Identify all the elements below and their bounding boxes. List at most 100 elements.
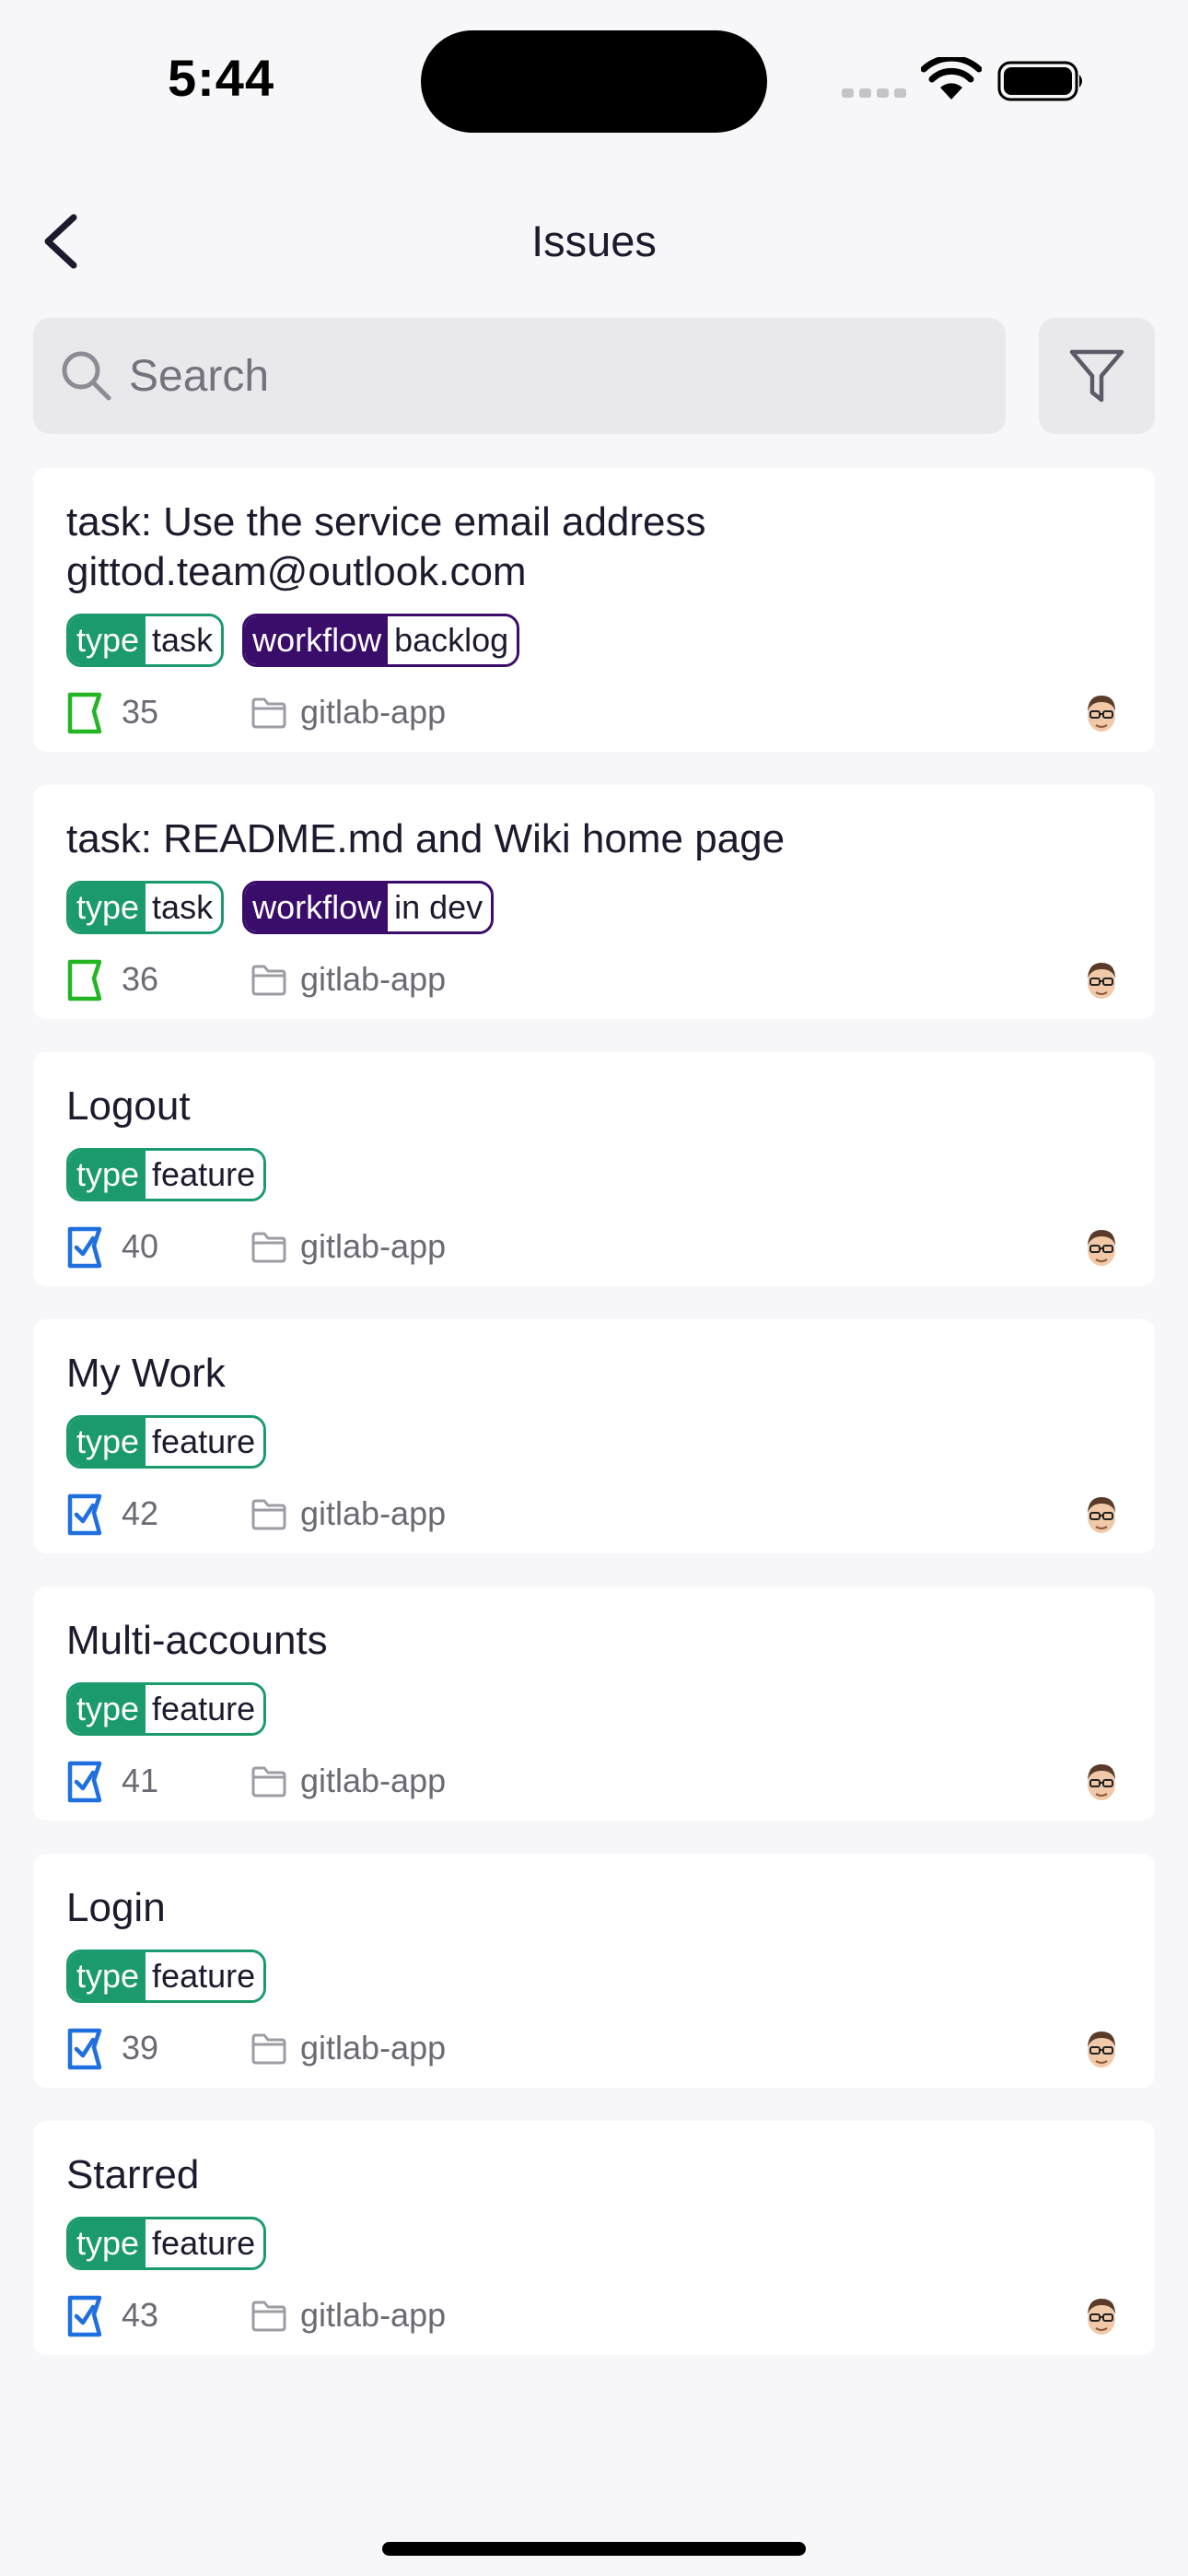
issue-labels: type feature	[66, 2217, 1122, 2270]
label-workflow[interactable]: workflow backlog	[242, 614, 520, 667]
label-value: task	[146, 616, 222, 664]
label-key: workflow	[245, 884, 389, 931]
label-value: task	[146, 884, 222, 931]
label-key: type	[69, 1418, 146, 1466]
issue-number: 35	[122, 693, 159, 731]
issue-labels: type task workflow in dev	[66, 881, 1122, 934]
issue-title: Login	[66, 1885, 166, 1930]
issue-title: task: README.md and Wiki home page	[66, 816, 786, 861]
issue-number: 41	[122, 1762, 159, 1799]
issue-labels: type feature	[66, 1415, 1122, 1469]
project-name: gitlab-app	[300, 1762, 447, 1799]
project-name: gitlab-app	[300, 693, 447, 731]
issue-title: Starred	[66, 2152, 200, 2197]
issue-title: My Work	[66, 1351, 226, 1396]
home-indicator[interactable]	[382, 2542, 806, 2556]
search-bar[interactable]	[33, 318, 1006, 434]
status-bar: 5:44	[0, 0, 1188, 157]
label-value: feature	[146, 1685, 264, 1733]
label-type[interactable]: type feature	[66, 1682, 267, 1736]
issue-number: 42	[122, 1494, 159, 1532]
issue-meta: 39 gitlab-app	[66, 2016, 1122, 2088]
dynamic-island	[421, 30, 767, 133]
battery-icon	[997, 61, 1082, 101]
status-time: 5:44	[168, 49, 275, 107]
label-key: workflow	[245, 616, 389, 664]
label-value: backlog	[388, 616, 518, 664]
label-type[interactable]: type feature	[66, 2217, 267, 2270]
avatar[interactable]	[1081, 691, 1122, 735]
folder-icon	[251, 2033, 286, 2065]
label-key: type	[69, 1685, 146, 1733]
search-input[interactable]	[129, 318, 985, 434]
label-value: feature	[146, 2219, 264, 2267]
label-workflow[interactable]: workflow in dev	[242, 881, 495, 934]
label-type[interactable]: type feature	[66, 1148, 267, 1201]
issue-title: Multi-accounts	[66, 1618, 328, 1663]
label-value: in dev	[388, 884, 492, 931]
issue-icon	[66, 1760, 109, 1804]
issue-card[interactable]: My Work type feature 42 gitlab-app	[33, 1319, 1155, 1553]
issue-card[interactable]: Starred type feature 43 gitlab-app	[33, 2121, 1155, 2355]
search-icon	[62, 351, 111, 401]
issue-card[interactable]: task: README.md and Wiki home page type t…	[33, 785, 1155, 1019]
issue-meta: 43 gitlab-app	[66, 2283, 1122, 2355]
label-value: feature	[146, 1952, 264, 2000]
issue-number: 43	[122, 2296, 159, 2334]
task-icon	[66, 958, 109, 1002]
issue-icon	[66, 2027, 109, 2071]
issue-card[interactable]: Logout type feature 40 gitlab-app	[33, 1052, 1155, 1286]
avatar[interactable]	[1081, 2294, 1122, 2338]
task-icon	[66, 691, 109, 735]
issue-meta: 42 gitlab-app	[66, 1481, 1122, 1553]
label-type[interactable]: type task	[66, 614, 225, 667]
avatar[interactable]	[1081, 1760, 1122, 1804]
issue-card[interactable]: Login type feature 39 gitlab-app	[33, 1854, 1155, 2088]
issues-screen: 5:44 Issues task:	[0, 0, 1188, 2576]
avatar[interactable]	[1081, 1225, 1122, 1270]
issue-icon	[66, 1493, 109, 1537]
avatar[interactable]	[1081, 1493, 1122, 1537]
navigation-bar: Issues	[0, 193, 1188, 286]
project-name: gitlab-app	[300, 1227, 447, 1265]
issue-labels: type task workflow backlog	[66, 614, 1122, 667]
label-type[interactable]: type feature	[66, 1950, 267, 2003]
folder-icon	[251, 1499, 286, 1530]
issue-number: 39	[122, 2029, 159, 2067]
avatar[interactable]	[1081, 2027, 1122, 2071]
folder-icon	[251, 1766, 286, 1797]
issue-title: task: Use the service email address gitt…	[66, 499, 706, 594]
issue-labels: type feature	[66, 1148, 1122, 1201]
label-value: feature	[146, 1151, 264, 1199]
cellular-signal-icon	[842, 88, 906, 98]
issue-card[interactable]: Multi-accounts type feature 41 gitlab-app	[33, 1587, 1155, 1821]
page-title: Issues	[531, 217, 657, 265]
issue-list: task: Use the service email address gitt…	[33, 468, 1155, 2388]
wifi-icon	[921, 57, 982, 100]
filter-icon	[1069, 349, 1124, 403]
label-key: type	[69, 884, 146, 931]
label-key: type	[69, 616, 146, 664]
issue-card[interactable]: task: Use the service email address gitt…	[33, 468, 1155, 752]
label-value: feature	[146, 1418, 264, 1466]
issue-icon	[66, 1225, 109, 1270]
issue-meta: 41 gitlab-app	[66, 1749, 1122, 1821]
issue-title: Logout	[66, 1083, 191, 1129]
issue-icon	[66, 2294, 109, 2338]
project-name: gitlab-app	[300, 1494, 447, 1532]
label-type[interactable]: type feature	[66, 1415, 267, 1469]
project-name: gitlab-app	[300, 960, 447, 998]
label-key: type	[69, 2219, 146, 2267]
label-type[interactable]: type task	[66, 881, 225, 934]
folder-icon	[251, 2301, 286, 2332]
avatar[interactable]	[1081, 958, 1122, 1002]
project-name: gitlab-app	[300, 2029, 447, 2067]
filter-button[interactable]	[1039, 318, 1155, 434]
project-name: gitlab-app	[300, 2296, 447, 2334]
folder-icon	[251, 697, 286, 729]
issue-number: 36	[122, 960, 159, 998]
issue-meta: 36 gitlab-app	[66, 947, 1122, 1019]
folder-icon	[251, 965, 286, 996]
issue-meta: 40 gitlab-app	[66, 1214, 1122, 1286]
folder-icon	[251, 1232, 286, 1263]
